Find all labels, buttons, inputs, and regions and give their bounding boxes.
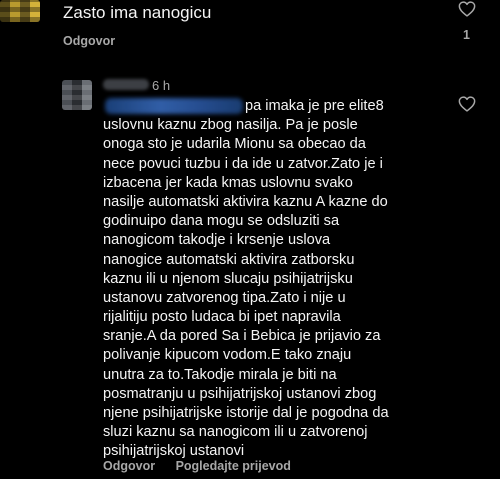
translate-button[interactable]: Pogledajte prijevod bbox=[176, 459, 291, 473]
reply-line: nasilje automatski aktivira kaznu A kazn… bbox=[103, 193, 388, 210]
heart-outline-icon bbox=[458, 96, 476, 112]
reply-actions: Odgovor Pogledajte prijevod bbox=[103, 459, 308, 473]
commenter-avatar[interactable] bbox=[0, 0, 40, 22]
reply-line: nanogicom takodje i krsenje uslova bbox=[103, 232, 331, 249]
reply-line: unutra za to.Takodje mirala je biti na bbox=[103, 366, 337, 383]
reply-line: nanogice automatski aktivira zatborsku bbox=[103, 251, 355, 268]
reply-line: sranje.A da pored Sa i Bebica je prijavi… bbox=[103, 328, 381, 345]
comment-reply-button[interactable]: Odgovor bbox=[63, 34, 115, 48]
reply-reply-button[interactable]: Odgovor bbox=[103, 459, 155, 473]
comment-thread: Zasto ima nanogicu Odgovor 1 6 h pa imak… bbox=[0, 0, 500, 479]
reply-line: njene psihijatrijske istorije dal je pog… bbox=[103, 405, 389, 421]
reply-like-heart-icon[interactable] bbox=[458, 96, 476, 112]
like-heart-icon[interactable] bbox=[458, 1, 476, 17]
reply-line: kaznu ili u njenom slucaju psihijatrijsk… bbox=[103, 270, 353, 287]
heart-outline-icon bbox=[458, 1, 476, 17]
reply-line: izbacena jer kada kmas uslovnu svako bbox=[103, 174, 353, 191]
reply-line: ustanovu zatvorenog tipa.Zato i nije u bbox=[103, 289, 346, 306]
reply-line: nece povuci tuzbu i da ide u zatvor.Zato… bbox=[103, 155, 383, 172]
reply-line: rijalitiju posto ludaca bi ipet napravil… bbox=[103, 309, 341, 326]
reply-timestamp: 6 h bbox=[152, 78, 171, 93]
reply-line: sluzi kaznu sa nanogicom ili u zatvoreno… bbox=[103, 424, 368, 441]
like-count: 1 bbox=[463, 28, 470, 42]
reply-text: pa imaka je pre elite8 uslovnu kaznu zbo… bbox=[103, 97, 443, 462]
reply-line: godinuipo dana mogu se odsluziti sa bbox=[103, 213, 340, 230]
reply-line: polivanje kipucom vodom.E tako znaju bbox=[103, 347, 352, 364]
reply-line: posmatranju u psihijatrijskoj ustanovi z… bbox=[103, 385, 377, 402]
reply-line: pa imaka je pre elite8 bbox=[245, 98, 384, 114]
reply-avatar[interactable] bbox=[62, 80, 92, 110]
reply-username-redacted[interactable] bbox=[103, 79, 149, 90]
comment-text: Zasto ima nanogicu bbox=[63, 3, 212, 22]
reply-line: uslovnu kaznu zbog nasilja. Pa je posle bbox=[103, 117, 358, 134]
reply-line: onoga sto je udarila Mionu sa obecao da bbox=[103, 136, 366, 153]
